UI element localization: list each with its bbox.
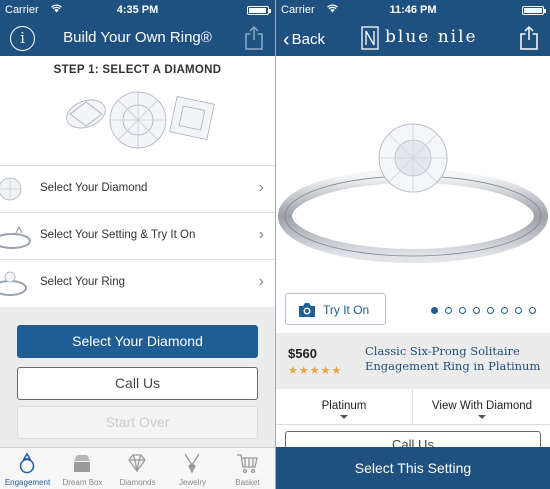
select-diamond-button[interactable]: Select Your Diamond — [17, 325, 258, 358]
ring-icon — [19, 452, 35, 474]
carousel-dot[interactable] — [487, 307, 494, 314]
status-time: 11:46 PM — [389, 4, 437, 16]
battery-icon — [522, 6, 546, 15]
tab-jewelry[interactable]: Jewelry — [165, 448, 220, 489]
cart-icon — [237, 454, 258, 474]
caret-down-icon — [340, 415, 348, 419]
setting-thumbnail — [0, 225, 31, 249]
carousel-dot[interactable] — [459, 307, 466, 314]
tab-label: Diamonds — [119, 478, 156, 487]
carousel-dot[interactable] — [515, 307, 522, 314]
diamonds-image — [66, 91, 215, 149]
back-label: Back — [291, 31, 326, 48]
ring-thumbnail — [0, 271, 27, 296]
product-name: Classic Six-Prong Solitaire Engagement R… — [365, 344, 541, 373]
row-label: Select Your Setting & Try It On — [40, 229, 196, 241]
row-select-setting[interactable]: Select Your Setting & Try It On › — [0, 212, 275, 259]
metal-selector[interactable]: Platinum — [276, 389, 413, 425]
brand-name: blue nile — [385, 27, 478, 47]
product-summary: $560 ★★★★★ Classic Six-Prong Solitaire E… — [276, 333, 550, 389]
carousel-dot[interactable] — [431, 307, 438, 314]
price: $560 — [288, 346, 317, 361]
page-title: Build Your Own Ring® — [63, 29, 212, 46]
start-over-button: Start Over — [17, 406, 258, 439]
chevron-right-icon: › — [258, 226, 264, 243]
diamond-thumbnail — [0, 177, 22, 201]
chevron-left-icon: ‹ — [283, 29, 290, 51]
left-screen: Carrier 4:35 PM i Build Your Own Ring® S… — [0, 0, 275, 489]
step-title: STEP 1: SELECT A DIAMOND — [53, 64, 222, 76]
carousel-dot[interactable] — [501, 307, 508, 314]
battery-icon — [247, 6, 271, 15]
row-label: Select Your Diamond — [40, 182, 148, 194]
chevron-right-icon: › — [258, 179, 264, 196]
status-bar: Carrier 4:35 PM — [0, 0, 275, 20]
select-this-setting-button[interactable]: Select This Setting — [276, 447, 550, 489]
necklace-icon — [184, 453, 200, 474]
tab-dream-box[interactable]: Dream Box — [55, 448, 110, 489]
carousel-dot[interactable] — [445, 307, 452, 314]
try-it-on-button[interactable]: Try It On — [285, 293, 386, 325]
brand-monogram-icon — [361, 26, 379, 50]
info-button[interactable]: i — [10, 26, 35, 51]
carousel-dot[interactable] — [473, 307, 480, 314]
row-select-ring[interactable]: Select Your Ring › — [0, 259, 275, 306]
view-selector[interactable]: View With Diamond — [413, 389, 550, 425]
row-label: Select Your Ring — [40, 276, 126, 288]
tab-label: Basket — [235, 478, 260, 487]
row-select-diamond[interactable]: Select Your Diamond › — [0, 165, 275, 212]
back-button[interactable]: ‹ Back — [283, 27, 326, 51]
action-panel: Select Your Diamond Call Us Start Over — [0, 307, 275, 447]
tab-basket[interactable]: Basket — [220, 448, 275, 489]
view-selector-label: View With Diamond — [431, 400, 533, 412]
try-it-on-label: Try It On — [323, 303, 370, 317]
tab-diamonds[interactable]: Diamonds — [110, 448, 165, 489]
metal-selector-label: Platinum — [321, 400, 367, 412]
status-time: 4:35 PM — [116, 4, 159, 16]
tab-label: Dream Box — [62, 478, 103, 487]
tab-bar: Engagement Dream Box Diamonds Jewelry Ba… — [0, 447, 275, 489]
caret-down-icon — [478, 415, 486, 419]
tab-label: Engagement — [4, 478, 51, 487]
tab-engagement[interactable]: Engagement — [0, 448, 55, 489]
right-screen: Carrier 11:46 PM ‹ Back blue nile Try It… — [275, 0, 550, 489]
chevron-right-icon: › — [258, 273, 264, 290]
box-icon — [74, 455, 90, 472]
product-image — [276, 56, 550, 291]
rating-stars: ★★★★★ — [288, 365, 343, 377]
status-bar: Carrier 11:46 PM — [276, 0, 550, 20]
share-icon[interactable] — [243, 25, 265, 51]
carousel-dot[interactable] — [529, 307, 536, 314]
diamond-icon — [128, 454, 146, 473]
navigation-bar: i Build Your Own Ring® — [0, 20, 275, 56]
camera-icon — [299, 303, 315, 317]
navigation-bar: ‹ Back blue nile — [276, 20, 550, 56]
carousel-dots[interactable] — [431, 307, 541, 315]
tab-label: Jewelry — [178, 478, 207, 487]
share-icon[interactable] — [518, 25, 540, 51]
call-us-button[interactable]: Call Us — [17, 367, 258, 400]
